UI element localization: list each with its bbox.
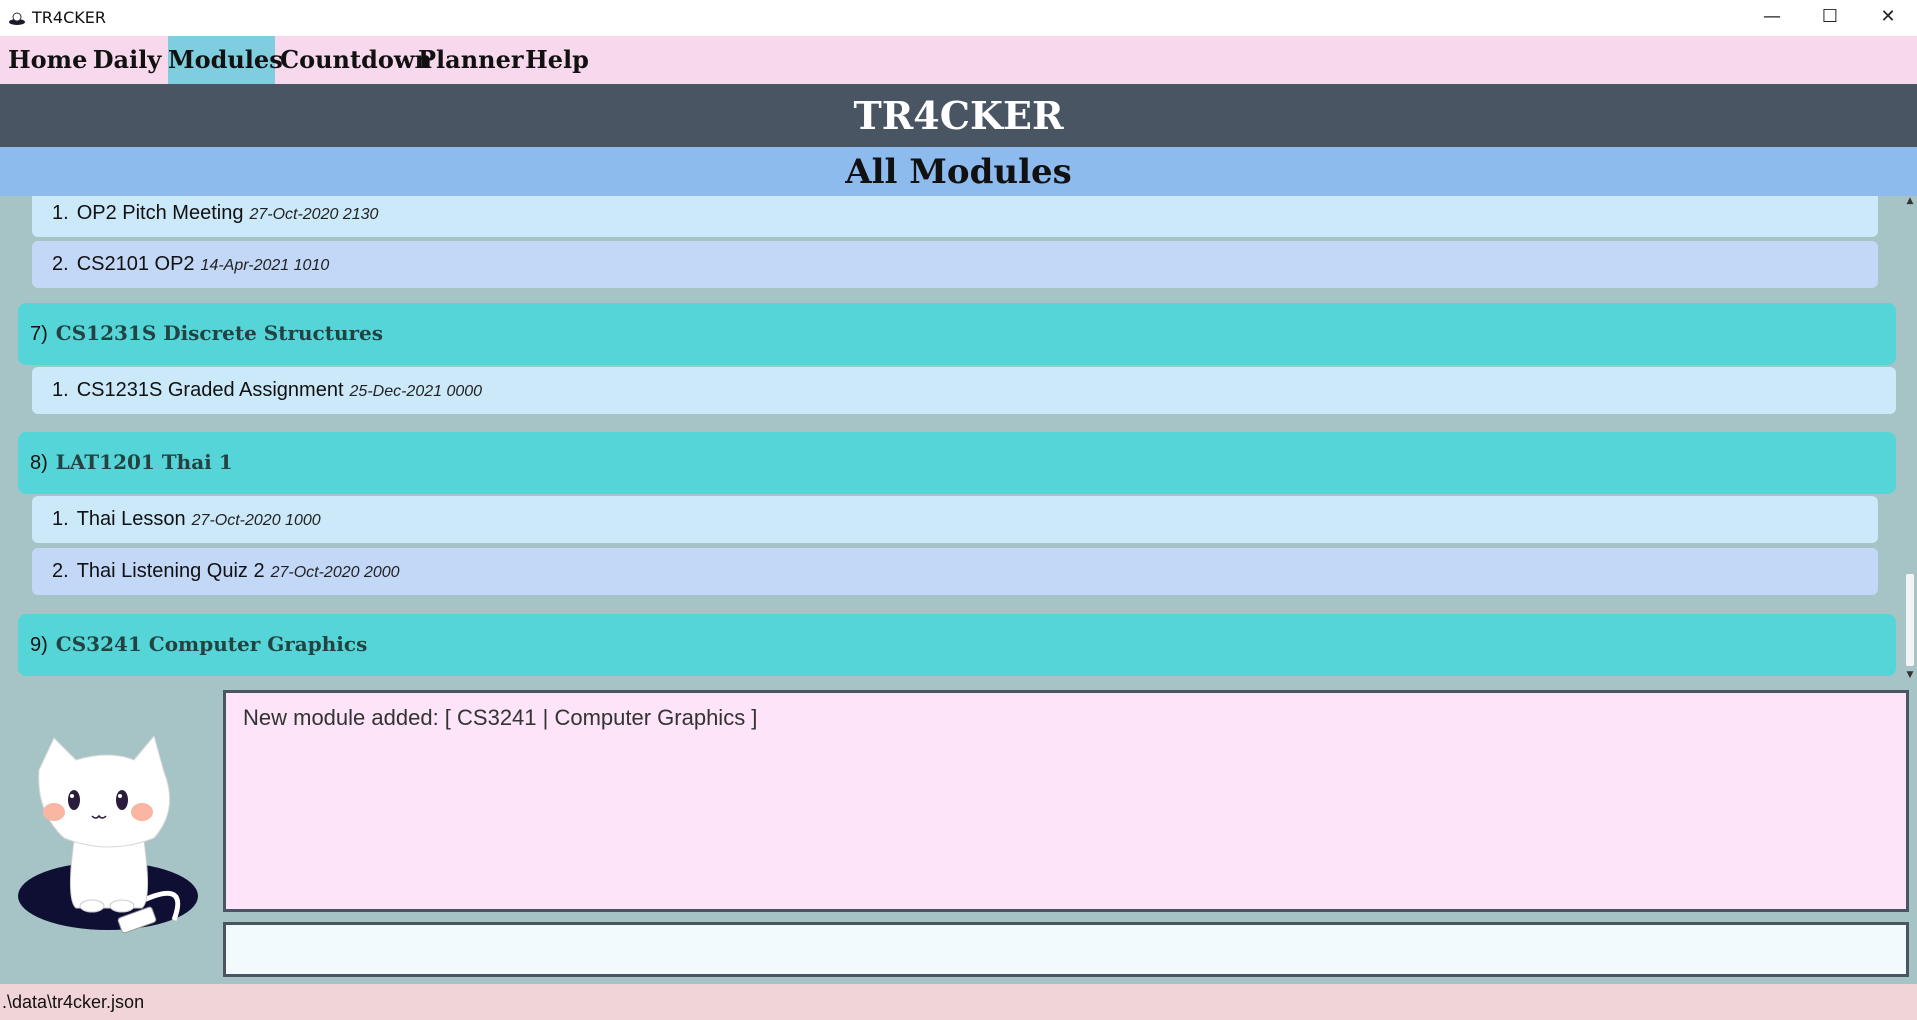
- app-title: TR4CKER: [853, 93, 1064, 138]
- maximize-button[interactable]: ☐: [1801, 0, 1859, 36]
- window-title: TR4CKER: [32, 8, 106, 27]
- module-card[interactable]: 9) CS3241 Computer Graphics: [18, 614, 1896, 676]
- status-bar: .\data\tr4cker.json: [0, 984, 1917, 1020]
- menu-daily[interactable]: Daily: [88, 36, 166, 84]
- task-date: 27-Oct-2020 2000: [270, 564, 400, 581]
- app-icon: [9, 12, 25, 25]
- app-header: TR4CKER: [0, 84, 1917, 147]
- command-box[interactable]: [223, 922, 1909, 977]
- module-card[interactable]: 8) LAT1201 Thai 1: [18, 432, 1896, 494]
- task-name: Thai Lesson: [76, 508, 186, 530]
- result-message: New module added: [ CS3241 | Computer Gr…: [243, 705, 758, 730]
- task-name: Thai Listening Quiz 2: [76, 560, 265, 582]
- scroll-up-icon[interactable]: ▲: [1905, 196, 1915, 206]
- task-index: 1.: [52, 202, 69, 224]
- task-date: 25-Dec-2021 0000: [349, 383, 483, 400]
- data-file-path: .\data\tr4cker.json: [2, 992, 145, 1012]
- scroll-down-icon[interactable]: ▼: [1905, 670, 1915, 680]
- result-display: New module added: [ CS3241 | Computer Gr…: [223, 690, 1909, 912]
- task-card[interactable]: 2. Thai Listening Quiz 2 27-Oct-2020 2000: [32, 548, 1878, 595]
- command-input[interactable]: [226, 925, 1906, 974]
- window-titlebar: TR4CKER — ☐ ✕: [0, 0, 1917, 36]
- task-card[interactable]: 1. OP2 Pitch Meeting 27-Oct-2020 2130: [32, 196, 1878, 237]
- task-card[interactable]: 1. Thai Lesson 27-Oct-2020 1000: [32, 496, 1878, 543]
- task-name: CS1231S Graded Assignment: [76, 379, 344, 401]
- menu-planner[interactable]: Planner: [418, 36, 524, 84]
- task-card[interactable]: 2. CS2101 OP2 14-Apr-2021 1010: [32, 241, 1878, 288]
- minimize-button[interactable]: —: [1743, 0, 1801, 36]
- module-list[interactable]: 1. OP2 Pitch Meeting 27-Oct-2020 2130 2. CS…: [0, 196, 1917, 682]
- list-scrollbar[interactable]: ▲ ▼: [1903, 196, 1917, 682]
- scrollbar-thumb[interactable]: [1906, 574, 1914, 666]
- menu-modules[interactable]: Modules: [168, 36, 283, 84]
- task-date: 14-Apr-2021 1010: [200, 257, 330, 274]
- task-index: 2.: [52, 560, 69, 582]
- module-card[interactable]: 7) CS1231S Discrete Structures: [18, 303, 1896, 365]
- task-index: 2.: [52, 253, 69, 275]
- task-index: 1.: [52, 508, 69, 530]
- menu-countdown[interactable]: Countdown: [280, 36, 432, 84]
- module-index: 9): [30, 634, 48, 656]
- view-title: All Modules: [845, 152, 1072, 192]
- task-card[interactable]: 1. CS1231S Graded Assignment 25-Dec-2021 0…: [32, 367, 1896, 414]
- task-date: 27-Oct-2020 2130: [249, 206, 379, 223]
- task-date: 27-Oct-2020 1000: [191, 512, 321, 529]
- cat-mascot-image: [18, 734, 198, 934]
- module-name: LAT1201 Thai 1: [55, 450, 233, 474]
- close-button[interactable]: ✕: [1859, 0, 1917, 36]
- task-index: 1.: [52, 379, 69, 401]
- module-index: 8): [30, 452, 48, 474]
- menu-bar: Home Daily Modules Countdown Planner Hel…: [0, 36, 1917, 84]
- menu-home[interactable]: Home: [8, 36, 87, 84]
- view-header: All Modules: [0, 147, 1917, 196]
- task-name: CS2101 OP2: [76, 253, 195, 275]
- module-name: CS3241 Computer Graphics: [55, 632, 368, 656]
- menu-help[interactable]: Help: [524, 36, 590, 84]
- module-index: 7): [30, 323, 48, 345]
- task-name: OP2 Pitch Meeting: [76, 202, 244, 224]
- module-name: CS1231S Discrete Structures: [55, 321, 384, 345]
